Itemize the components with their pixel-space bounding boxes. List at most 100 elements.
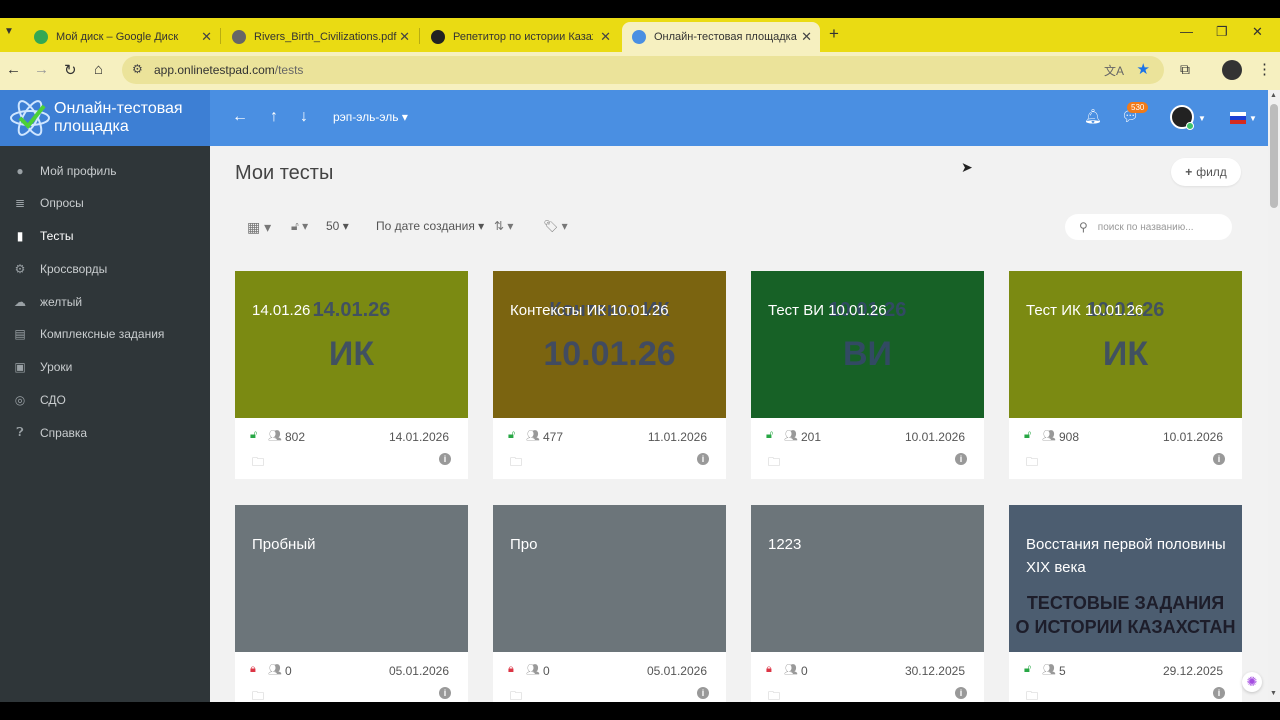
close-tab-icon[interactable]: ✕ <box>399 29 410 45</box>
chevron-down-icon[interactable]: ▼ <box>1249 114 1257 123</box>
lock-closed-icon[interactable]: 🔒︎ <box>250 663 256 676</box>
close-tab-icon[interactable]: ✕ <box>801 29 812 45</box>
close-tab-icon[interactable]: ✕ <box>201 29 212 45</box>
info-icon[interactable]: i <box>697 453 709 465</box>
tab-pdf[interactable]: Rivers_Birth_Civilizations.pdf ✕ <box>222 22 418 52</box>
test-thumbnail[interactable]: 14.01.26 14.01.26 ИК <box>235 271 468 418</box>
info-icon[interactable]: i <box>955 453 967 465</box>
test-thumbnail[interactable]: Восстания первой половины XIX века ТЕСТОВ… <box>1009 505 1242 652</box>
arrow-down-icon[interactable]: ↓ <box>300 108 308 126</box>
scroll-thumb[interactable] <box>1270 104 1278 208</box>
test-card[interactable]: Тест ВИ 10.01.26 10.01.26 ВИ 🔓︎ 👥︎ 201 10.01.2… <box>751 271 984 479</box>
close-window-icon[interactable]: ✕ <box>1252 24 1263 40</box>
info-icon[interactable]: i <box>955 687 967 699</box>
tab-onlinetestpad[interactable]: Онлайн-тестовая площадка ✕ <box>622 22 820 52</box>
back-icon[interactable]: ← <box>6 61 21 78</box>
reload-icon[interactable]: ↻ <box>64 61 77 79</box>
sidebar-item-profile[interactable]: ● Мой профиль <box>0 154 210 187</box>
russian-flag-icon[interactable] <box>1230 112 1246 124</box>
test-thumbnail[interactable]: Тест ИК 10.01.26 10.01.26 ИК <box>1009 271 1242 418</box>
test-thumbnail[interactable]: Контексты ИК 10.01.26 Контекст ИК 10.01.26 <box>493 271 726 418</box>
tab-tutor[interactable]: Репетитор по истории Казахстана ✕ <box>421 22 619 52</box>
new-tab-icon[interactable]: + <box>829 24 839 44</box>
lock-open-icon[interactable]: 🔓︎ <box>250 429 257 442</box>
back-arrow-icon[interactable]: ← <box>232 108 248 126</box>
info-icon[interactable]: i <box>1213 453 1225 465</box>
test-card[interactable]: Контексты ИК 10.01.26 Контекст ИК 10.01.26… <box>493 271 726 479</box>
sidebar-item-help[interactable]: ❓︎ Справка <box>0 416 210 449</box>
tab-search-icon[interactable]: ▼ <box>4 26 14 37</box>
folder-icon[interactable]: 🗀 <box>510 453 522 474</box>
address-bar[interactable]: ⚙ app.onlinetestpad.com/tests 文A ★ <box>122 56 1164 84</box>
lock-closed-icon[interactable]: 🔒︎ <box>766 663 772 676</box>
scrollbar[interactable]: ▲ ▼ <box>1268 90 1280 702</box>
test-card[interactable]: Про 🔒︎ 👥︎ 0 05.01.2026 🗀 i <box>493 505 726 702</box>
test-thumbnail[interactable]: Пробный <box>235 505 468 652</box>
test-thumbnail[interactable]: Тест ВИ 10.01.26 10.01.26 ВИ <box>751 271 984 418</box>
close-tab-icon[interactable]: ✕ <box>600 29 611 45</box>
bell-icon[interactable]: 🔔︎ <box>1084 108 1102 125</box>
logo[interactable]: Онлайн-тестовая площадка <box>0 90 210 146</box>
sidebar-item-lessons[interactable]: ▣ Уроки <box>0 350 210 383</box>
sidebar-item-lms[interactable]: ◎ СДО <box>0 383 210 416</box>
lock-open-icon[interactable]: 🔓︎ <box>508 429 515 442</box>
add-field-button[interactable]: + филд <box>1171 158 1241 186</box>
sidebar-item-polls[interactable]: ≣ Опросы <box>0 186 210 219</box>
lock-filter-icon[interactable]: 🔓︎ ▾ <box>291 219 308 234</box>
folder-icon[interactable]: 🗀 <box>768 453 780 474</box>
test-meta: 🔒︎ 👥︎ 0 05.01.2026 <box>508 662 711 680</box>
sort-order-icon[interactable]: ⇅ ▾ <box>494 219 513 233</box>
thumbnail-text: ТЕСТОВЫЕ ЗАДАНИЯ <box>1026 593 1225 613</box>
browser-menu-icon[interactable]: ⋮ <box>1257 60 1272 78</box>
sidebar-item-crosswords[interactable]: ⚙ Кроссворды <box>0 252 210 285</box>
test-thumbnail[interactable]: 1223 <box>751 505 984 652</box>
info-icon[interactable]: i <box>439 687 451 699</box>
restore-icon[interactable]: ❐ <box>1216 24 1228 40</box>
forward-icon[interactable]: → <box>34 61 49 78</box>
folder-icon[interactable]: 🗀 <box>252 453 264 474</box>
lock-open-icon[interactable]: 🔓︎ <box>1024 663 1031 676</box>
sidebar-item-yellow[interactable]: ☁ желтый <box>0 285 210 318</box>
minimize-icon[interactable]: — <box>1180 24 1193 39</box>
users-icon: 👥︎ <box>1042 664 1056 676</box>
folder-icon[interactable]: 🗀 <box>510 687 522 702</box>
browser-profile-avatar[interactable] <box>1222 60 1242 80</box>
home-icon[interactable]: ⌂ <box>94 61 103 78</box>
folder-icon[interactable]: 🗀 <box>1026 453 1038 474</box>
sidebar-item-tests[interactable]: ▮ Тесты <box>0 219 210 252</box>
test-card[interactable]: Восстания первой половины XIX века ТЕСТОВ… <box>1009 505 1242 702</box>
tab-google-drive[interactable]: Мой диск – Google Диск ✕ <box>24 22 220 52</box>
translate-icon[interactable]: 文A <box>1104 62 1124 79</box>
lock-open-icon[interactable]: 🔓︎ <box>766 429 773 442</box>
chevron-down-icon[interactable]: ▼ <box>1198 114 1206 123</box>
scroll-down-icon[interactable]: ▼ <box>1270 690 1277 697</box>
search-input[interactable]: ⚲ поиск по названию... <box>1065 214 1232 240</box>
bookmark-star-icon[interactable]: ★ <box>1137 60 1150 78</box>
sort-select[interactable]: По дате создания ▾ <box>376 219 484 233</box>
view-mode-grid-icon[interactable]: ▦ ▾ <box>247 219 271 236</box>
info-icon[interactable]: i <box>1213 687 1225 699</box>
lock-open-icon[interactable]: 🔓︎ <box>1024 429 1031 442</box>
test-card[interactable]: Тест ИК 10.01.26 10.01.26 ИК 🔓︎ 👥︎ 908 10.01.2… <box>1009 271 1242 479</box>
folder-icon[interactable]: 🗀 <box>252 687 264 702</box>
site-settings-icon[interactable]: ⚙ <box>132 62 143 76</box>
user-icon: ● <box>16 163 24 178</box>
test-thumbnail[interactable]: Про <box>493 505 726 652</box>
test-card[interactable]: 1223 🔒︎ 👥︎ 0 30.12.2025 🗀 i <box>751 505 984 702</box>
arrow-up-icon[interactable]: ↑ <box>270 108 278 126</box>
sidebar-item-complex-tasks[interactable]: ▤ Комплексные задания <box>0 317 210 350</box>
url-text: app.onlinetestpad.com/tests <box>154 63 304 77</box>
lock-closed-icon[interactable]: 🔒︎ <box>508 663 514 676</box>
scroll-up-icon[interactable]: ▲ <box>1270 92 1277 99</box>
test-card[interactable]: 14.01.26 14.01.26 ИК 🔓︎ 👥︎ 802 14.01.2026 🗀 i <box>235 271 468 479</box>
brain-extension-icon[interactable]: ✺ <box>1242 672 1262 692</box>
folder-icon[interactable]: 🗀 <box>1026 687 1038 702</box>
per-page-select[interactable]: 50 ▾ <box>326 219 349 233</box>
extensions-icon[interactable]: ⧉ <box>1180 61 1190 78</box>
folder-icon[interactable]: 🗀 <box>768 687 780 702</box>
info-icon[interactable]: i <box>697 687 709 699</box>
info-icon[interactable]: i <box>439 453 451 465</box>
user-select-dropdown[interactable]: рэп-эль-эль ▾ <box>333 110 408 124</box>
tags-icon[interactable]: 🏷︎ ▾ <box>543 219 568 233</box>
test-card[interactable]: Пробный 🔒︎ 👥︎ 0 05.01.2026 🗀 i <box>235 505 468 702</box>
